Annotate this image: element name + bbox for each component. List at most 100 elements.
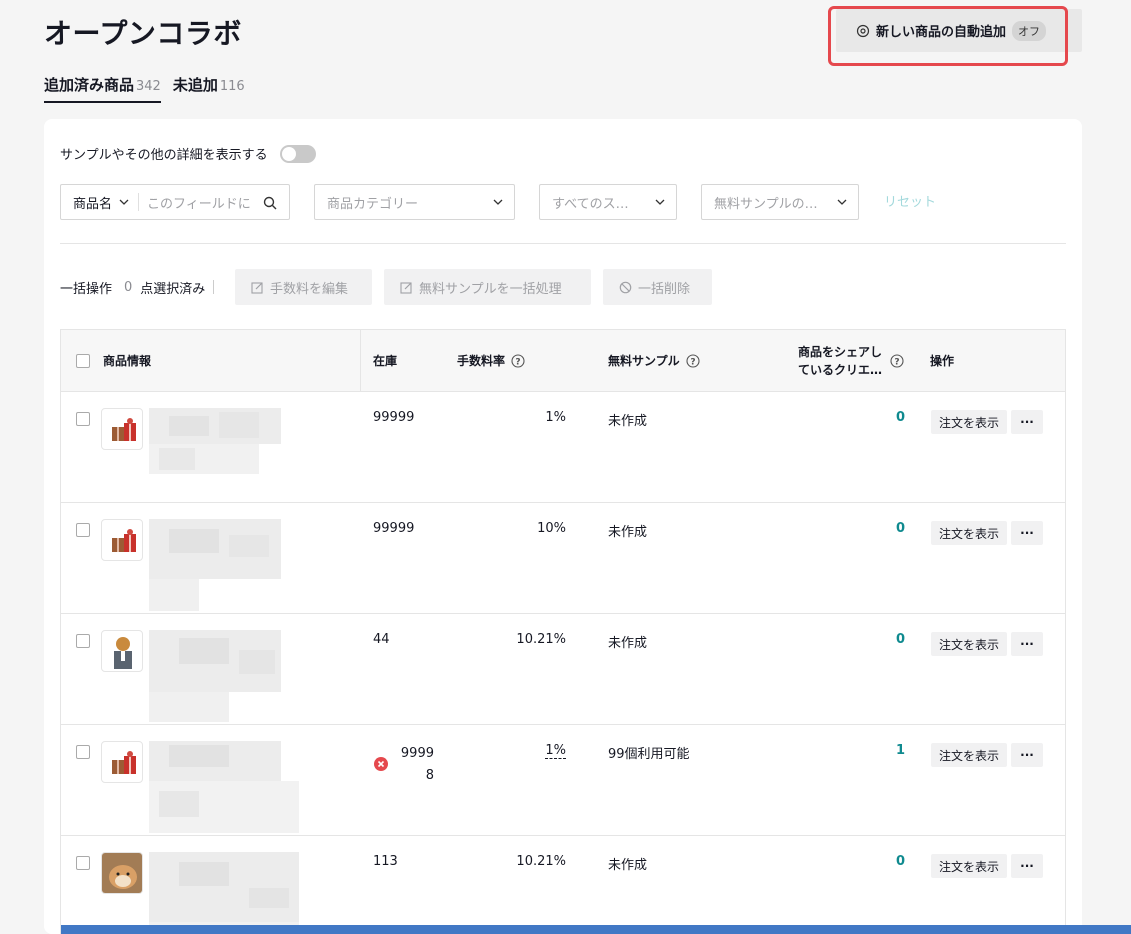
product-thumbnail[interactable]	[101, 630, 143, 672]
col-product-info: 商品情報	[103, 354, 152, 368]
creators-count-link[interactable]: 0	[881, 632, 905, 647]
edit-commission-button[interactable]: 手数料を編集	[235, 269, 372, 305]
details-toggle[interactable]	[279, 144, 316, 163]
redacted-product-name	[149, 408, 281, 500]
tab-not-added[interactable]: 未追加 116	[173, 74, 245, 102]
tab-label: 追加済み商品	[44, 76, 135, 94]
view-orders-button[interactable]: 注文を表示	[931, 632, 1007, 656]
free-sample-status: 未作成	[608, 636, 648, 651]
edit-icon	[251, 281, 264, 294]
table-row: 44 10.21% 未作成 0 注文を表示 ···	[61, 613, 1065, 724]
error-icon	[374, 757, 388, 771]
col-free-sample-label: 無料サンプル	[608, 354, 680, 368]
view-orders-button[interactable]: 注文を表示	[931, 854, 1007, 878]
products-card: サンプルやその他の詳細を表示する 商品名 このフィールドに 商品カテゴリー すべ…	[44, 119, 1082, 934]
search-input[interactable]: このフィールドに	[147, 193, 257, 212]
commission-value: 1%	[545, 410, 566, 425]
col-commission: 手数料率 ?	[457, 330, 525, 391]
free-sample-status: 未作成	[608, 525, 648, 540]
creators-count-link[interactable]: 1	[881, 743, 905, 758]
svg-text:?: ?	[515, 357, 520, 367]
bulk-free-sample-button[interactable]: 無料サンプルを一括処理	[384, 269, 591, 305]
row-checkbox[interactable]	[76, 634, 90, 648]
details-toggle-row: サンプルやその他の詳細を表示する	[60, 144, 316, 163]
category-placeholder: 商品カテゴリー	[327, 196, 419, 212]
table-row: 113 10.21% 未作成 0 注文を表示 ···	[61, 835, 1065, 934]
creators-count-link[interactable]: 0	[881, 854, 905, 869]
stock-value-line1: 9999	[400, 746, 434, 761]
status-placeholder: すべてのス…	[552, 196, 629, 212]
svg-text:?: ?	[690, 357, 695, 367]
free-sample-status: 未作成	[608, 414, 648, 429]
row-checkbox[interactable]	[76, 856, 90, 870]
search-field-select[interactable]: 商品名	[73, 193, 112, 212]
checkbox[interactable]	[76, 353, 90, 368]
bulk-free-sample-label: 無料サンプルを一括処理	[419, 281, 562, 297]
status-select[interactable]: すべてのス…	[539, 184, 677, 220]
view-orders-button[interactable]: 注文を表示	[931, 521, 1007, 545]
help-icon-creators[interactable]: ?	[890, 330, 904, 391]
more-actions-button[interactable]: ···	[1011, 521, 1043, 545]
table-row: 99999 1% 未作成 0 注文を表示 ···	[61, 391, 1065, 502]
stock-value: 44	[373, 632, 390, 647]
col-free-sample: 無料サンプル ?	[608, 330, 700, 391]
commission-value: 10.21%	[516, 854, 566, 869]
help-icon[interactable]: ?	[686, 353, 700, 368]
stock-value: 9999 8	[398, 743, 434, 787]
help-icon[interactable]: ?	[890, 353, 904, 368]
redacted-product-name	[149, 741, 299, 833]
stock-value: 99999	[373, 521, 415, 536]
product-thumbnail[interactable]	[101, 741, 143, 783]
reset-button[interactable]: リセット	[884, 191, 936, 210]
commission-value: 10%	[537, 521, 566, 536]
more-actions-button[interactable]: ···	[1011, 854, 1043, 878]
category-select[interactable]: 商品カテゴリー	[314, 184, 515, 220]
product-thumbnail[interactable]	[101, 519, 143, 561]
chevron-down-icon	[492, 196, 504, 208]
redacted-product-name	[149, 852, 299, 934]
selected-count: 0	[124, 279, 133, 295]
commission-value: 10.21%	[516, 632, 566, 647]
tab-label: 未追加	[172, 76, 218, 94]
help-icon[interactable]: ?	[511, 353, 525, 368]
select-all-checkbox[interactable]	[76, 330, 90, 391]
page-title: オープンコラボ	[44, 17, 242, 50]
col-stock: 在庫	[373, 354, 398, 368]
search-icon[interactable]	[263, 196, 277, 210]
row-checkbox[interactable]	[76, 412, 90, 426]
more-actions-button[interactable]: ···	[1011, 410, 1043, 434]
divider	[213, 280, 215, 294]
prohibit-icon	[619, 281, 632, 294]
tab-added-products[interactable]: 追加済み商品 342	[44, 74, 161, 103]
view-orders-button[interactable]: 注文を表示	[931, 743, 1007, 767]
svg-text:?: ?	[894, 357, 899, 367]
commission-value[interactable]: 1%	[501, 743, 566, 759]
col-actions: 操作	[930, 354, 955, 368]
redacted-product-name	[149, 519, 281, 611]
col-creators: 商品をシェアし ているクリエ…	[798, 330, 882, 391]
commission-value-text: 1%	[545, 743, 566, 759]
product-thumbnail[interactable]	[101, 408, 143, 450]
tab-bar: 追加済み商品 342 未追加 116	[44, 74, 257, 103]
view-orders-button[interactable]: 注文を表示	[931, 410, 1007, 434]
highlight-box	[828, 6, 1068, 66]
bulk-delete-button[interactable]: 一括削除	[603, 269, 712, 305]
product-thumbnail[interactable]	[101, 852, 143, 894]
edit-commission-label: 手数料を編集	[270, 281, 349, 297]
divider	[138, 193, 140, 211]
bulk-label: 一括操作	[60, 281, 113, 297]
bulk-actions-bar: 一括操作 0 点選択済み	[60, 269, 222, 305]
row-checkbox[interactable]	[76, 745, 90, 759]
more-actions-button[interactable]: ···	[1011, 743, 1043, 767]
creators-count-link[interactable]: 0	[881, 521, 905, 536]
table-row: 99999 10% 未作成 0 注文を表示 ···	[61, 502, 1065, 613]
tab-count: 342	[136, 79, 161, 94]
page: オープンコラボ 新しい商品の自動追加 オフ 追加済み商品 342 未追加 116…	[0, 0, 1131, 934]
row-checkbox[interactable]	[76, 523, 90, 537]
free-sample-placeholder: 無料サンプルの…	[714, 196, 818, 212]
stock-value-line2: 8	[425, 768, 434, 784]
col-creators-line1: 商品をシェアし	[798, 344, 883, 359]
more-actions-button[interactable]: ···	[1011, 632, 1043, 656]
creators-count-link[interactable]: 0	[881, 410, 905, 425]
free-sample-select[interactable]: 無料サンプルの…	[701, 184, 859, 220]
